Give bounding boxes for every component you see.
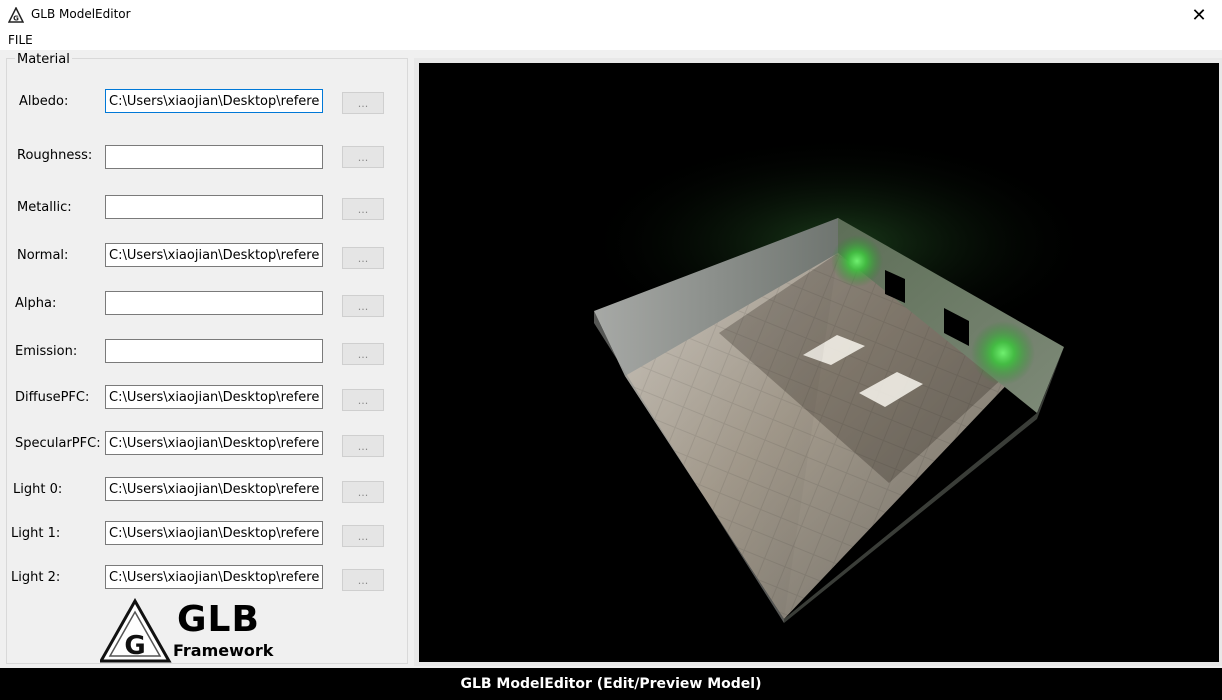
light2-browse-button[interactable]: ... xyxy=(342,569,384,591)
menu-bar: FILE xyxy=(0,30,1222,50)
alpha-browse-button[interactable]: ... xyxy=(342,295,384,317)
room-model-render xyxy=(579,133,1099,623)
window-title: GLB ModelEditor xyxy=(31,7,131,21)
logo-framework-text: Framework xyxy=(173,641,274,660)
specularpfc-browse-button[interactable]: ... xyxy=(342,435,384,457)
albedo-label: Albedo: xyxy=(19,94,69,109)
material-group-title: Material xyxy=(15,52,72,67)
alpha-path-input[interactable] xyxy=(105,291,323,315)
roughness-browse-button[interactable]: ... xyxy=(342,146,384,168)
glb-logo-icon: G xyxy=(8,7,24,23)
normal-path-input[interactable] xyxy=(105,243,323,267)
metallic-browse-button[interactable]: ... xyxy=(342,198,384,220)
model-preview-viewport[interactable] xyxy=(419,63,1219,662)
emission-label: Emission: xyxy=(15,344,78,359)
albedo-path-input[interactable] xyxy=(105,89,323,113)
light1-browse-button[interactable]: ... xyxy=(342,525,384,547)
glb-triangle-icon: G xyxy=(100,598,172,663)
close-button[interactable]: ✕ xyxy=(1176,0,1222,30)
light0-path-input[interactable] xyxy=(105,477,323,501)
emission-browse-button[interactable]: ... xyxy=(342,343,384,365)
roughness-path-input[interactable] xyxy=(105,145,323,169)
metallic-path-input[interactable] xyxy=(105,195,323,219)
specularpfc-path-input[interactable] xyxy=(105,431,323,455)
diffusepfc-label: DiffusePFC: xyxy=(15,390,90,405)
roughness-label: Roughness: xyxy=(17,148,93,163)
glb-framework-logo: G GLB Framework xyxy=(100,598,280,664)
normal-label: Normal: xyxy=(17,248,69,263)
logo-letter: G xyxy=(124,631,145,661)
specularpfc-label: SpecularPFC: xyxy=(15,436,101,451)
light1-path-input[interactable] xyxy=(105,521,323,545)
close-icon: ✕ xyxy=(1191,4,1207,26)
light2-label: Light 2: xyxy=(11,570,61,585)
title-bar: G GLB ModelEditor ✕ xyxy=(0,0,1222,30)
light1-label: Light 1: xyxy=(11,526,61,541)
logo-glb-text: GLB xyxy=(177,599,260,640)
caption-bar: GLB ModelEditor (Edit/Preview Model) xyxy=(0,668,1222,700)
metallic-label: Metallic: xyxy=(17,200,72,215)
light2-path-input[interactable] xyxy=(105,565,323,589)
diffusepfc-browse-button[interactable]: ... xyxy=(342,389,384,411)
light0-browse-button[interactable]: ... xyxy=(342,481,384,503)
alpha-label: Alpha: xyxy=(15,296,57,311)
app-icon-letter: G xyxy=(13,15,19,23)
caption-text: GLB ModelEditor (Edit/Preview Model) xyxy=(460,676,762,692)
normal-browse-button[interactable]: ... xyxy=(342,247,384,269)
albedo-browse-button[interactable]: ... xyxy=(342,92,384,114)
emission-path-input[interactable] xyxy=(105,339,323,363)
light0-label: Light 0: xyxy=(13,482,63,497)
diffusepfc-path-input[interactable] xyxy=(105,385,323,409)
menu-file[interactable]: FILE xyxy=(8,33,33,47)
